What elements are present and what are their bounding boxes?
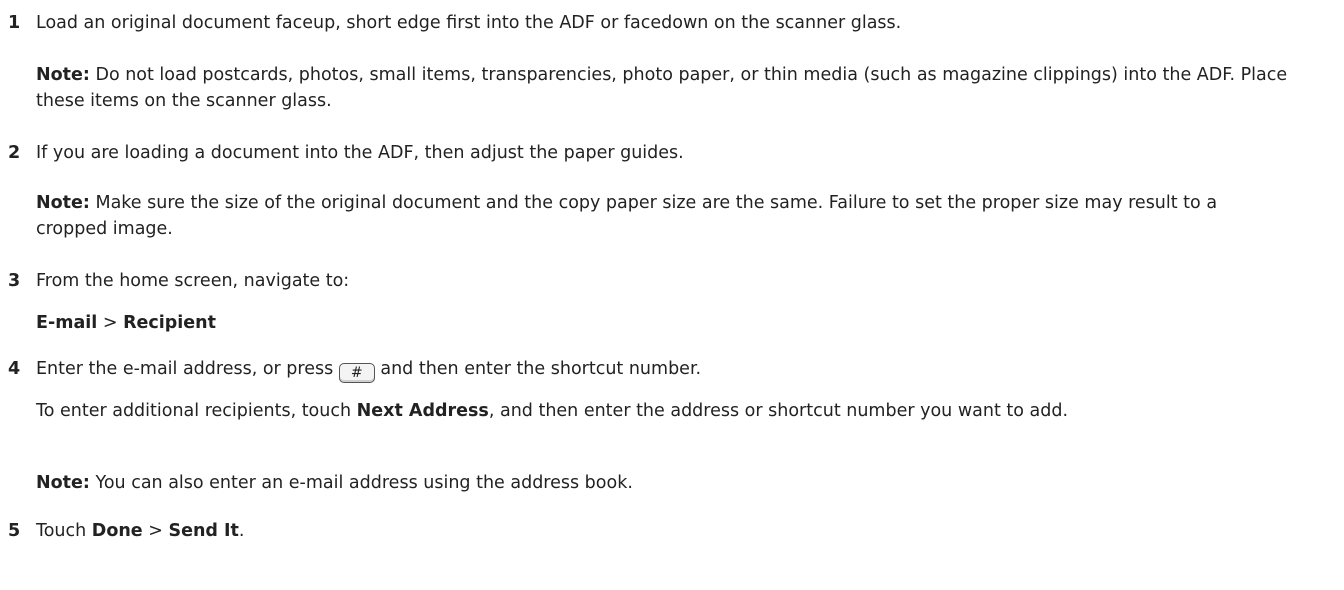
step-text: From the home screen, navigate to: <box>36 271 350 291</box>
step-text: Load an original document faceup, short … <box>36 13 902 33</box>
note-text: Make sure the size of the original docum… <box>36 193 1218 239</box>
step-text-after: and then enter the shortcut number. <box>374 359 702 379</box>
note-label: Note: <box>36 65 90 85</box>
step-text: If you are loading a document into the A… <box>36 143 684 163</box>
next-address-label: Next Address <box>356 401 489 421</box>
menu-path: E-mail > Recipient <box>36 310 1336 336</box>
path-recipient: Recipient <box>123 313 216 333</box>
instruction-page: 1 Load an original document faceup, shor… <box>0 0 1344 590</box>
path-email: E-mail <box>36 313 98 333</box>
step-text-before: Enter the e-mail address, or press <box>36 359 339 379</box>
path-separator: > <box>97 313 124 333</box>
pound-key-icon: # <box>338 363 375 383</box>
note-text: You can also enter an e-mail address usi… <box>89 473 633 493</box>
note-text: Do not load postcards, photos, small ite… <box>36 65 1288 111</box>
step-number: 5 <box>8 521 21 541</box>
note-label: Note: <box>36 193 90 213</box>
step-number: 1 <box>8 13 21 33</box>
send-it-label: Send It <box>168 521 239 541</box>
step-number: 3 <box>8 271 21 291</box>
step-number: 4 <box>8 359 21 379</box>
step-number: 2 <box>8 143 21 163</box>
done-label: Done <box>91 521 143 541</box>
note-label: Note: <box>36 473 90 493</box>
